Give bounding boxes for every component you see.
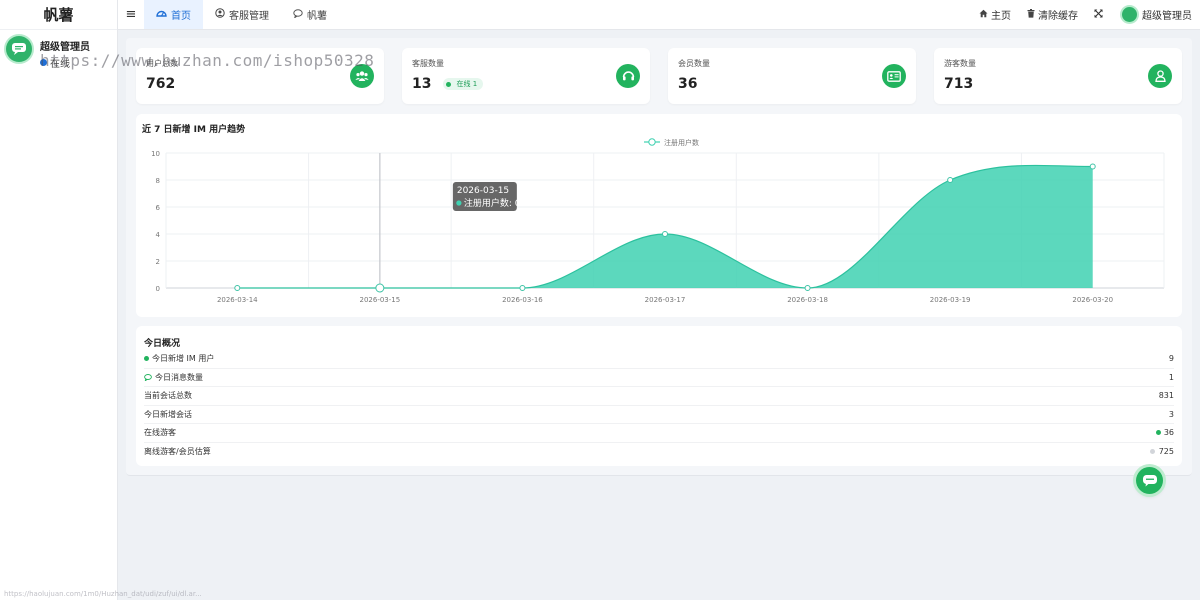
- user-panel: 超级管理员 在线: [0, 30, 117, 70]
- x-tick-label: 2026-03-19: [930, 296, 971, 304]
- stat-card-members: 会员数量 36: [668, 48, 916, 104]
- x-tick-label: 2026-03-14: [217, 296, 258, 304]
- trash-icon: [1027, 8, 1035, 21]
- green-dot-icon: [1155, 430, 1161, 436]
- data-point: [662, 231, 668, 237]
- x-tick-label: 2026-03-20: [1072, 296, 1113, 304]
- y-tick-label: 10: [151, 150, 160, 158]
- stat-value: 13 在线 1: [412, 76, 484, 92]
- list-item: 当前会话总数 831: [144, 387, 1174, 406]
- user-icon: [1148, 64, 1172, 88]
- tab-label: 客服管理: [229, 11, 269, 22]
- status-dot-icon: [40, 59, 47, 66]
- topbar: ≡ 首页 客服管理 帆薯 主页 清除缓存 超级管理员: [118, 0, 1200, 30]
- data-point: [947, 177, 954, 183]
- trend-chart: 0 2 4 6 8 10 2026-03-14 2026-03-15 2026-03-16 202…: [151, 138, 1165, 304]
- brand-logo[interactable]: 帆薯: [0, 0, 117, 30]
- x-tick-label: 2026-03-17: [645, 296, 686, 304]
- data-point: [804, 285, 811, 291]
- list-item: 今日新增 IM 用户 9: [144, 350, 1174, 369]
- user-menu[interactable]: 超级管理员: [1122, 7, 1192, 22]
- headset-icon: [616, 64, 640, 88]
- tab-label: 帆薯: [307, 11, 327, 22]
- chat-bubble-icon: [1142, 475, 1157, 487]
- chat-bubble-icon: [12, 43, 26, 55]
- user-circle-icon: [215, 8, 225, 21]
- clear-cache-button[interactable]: 清除缓存: [1027, 7, 1078, 22]
- stat-card-service: 客服数量 13 在线 1: [402, 48, 650, 104]
- overview-title: 今日概况: [144, 339, 181, 349]
- y-tick-label: 6: [156, 204, 161, 212]
- stat-label: 游客数量: [944, 59, 976, 68]
- user-name: 超级管理员: [40, 42, 90, 53]
- sidebar: 帆薯 超级管理员 在线: [0, 0, 118, 600]
- floating-chat-button[interactable]: [1136, 467, 1163, 494]
- dashboard-icon: [156, 9, 167, 20]
- overview-list: 今日新增 IM 用户 9 今日消息数量 1 当前会话总数 831 今日新增会话 …: [144, 350, 1174, 461]
- home-link[interactable]: 主页: [979, 7, 1011, 22]
- tab-fanshu[interactable]: 帆薯: [281, 0, 339, 29]
- legend-label: 注册用户数: [664, 138, 699, 147]
- avatar-icon: [1122, 7, 1137, 22]
- tooltip-date: 2026-03-15: [457, 186, 509, 196]
- data-point: [519, 285, 526, 291]
- stat-label: 客服数量: [412, 59, 444, 68]
- list-item: 离线游客/会员估算 725: [144, 447, 1174, 457]
- grey-dot-icon: [1149, 449, 1155, 455]
- menu-toggle-icon[interactable]: ≡: [118, 0, 144, 29]
- avatar[interactable]: [6, 36, 32, 62]
- comment-icon: [144, 373, 152, 381]
- fullscreen-button[interactable]: [1094, 9, 1106, 21]
- user-status: 在线: [40, 55, 90, 70]
- expand-icon: [1094, 9, 1103, 21]
- main-content: 用户总数 762 客服数量 13 在线 1 会员数量 36 游客数量 713 近…: [126, 38, 1192, 476]
- today-overview-card: 今日概况 今日新增 IM 用户 9 今日消息数量 1 当前会话总数 831 今日…: [136, 326, 1182, 466]
- y-tick-label: 2: [156, 258, 160, 266]
- tab-service-management[interactable]: 客服管理: [203, 0, 281, 29]
- status-badge: 在线 1: [443, 78, 484, 90]
- trend-chart-card: 近 7 日新增 IM 用户趋势 0 2 4 6 8 10 2026-03-14 2026-03…: [136, 114, 1182, 317]
- tooltip-value: 注册用户数: 0: [464, 197, 521, 209]
- users-icon: [350, 64, 374, 88]
- stat-label: 用户总数: [146, 59, 178, 68]
- user-menu-label: 超级管理员: [1142, 11, 1192, 22]
- list-item: 今日新增会话 3: [144, 406, 1174, 424]
- legend-marker: [648, 138, 656, 146]
- user-status-label: 在线: [50, 59, 70, 70]
- tooltip-marker: [456, 200, 462, 206]
- stat-value: 762: [146, 76, 176, 92]
- data-point: [1089, 163, 1096, 170]
- home-link-label: 主页: [991, 11, 1011, 22]
- watermark-bottom: https://haolujuan.com/1m0/Huzhan_dat/udi…: [4, 590, 202, 598]
- y-tick-label: 8: [156, 177, 160, 185]
- green-dot-icon: [144, 356, 149, 362]
- comment-icon: [293, 8, 303, 21]
- stat-card-users: 用户总数 762: [136, 48, 384, 104]
- data-point: [375, 283, 385, 293]
- list-item: 在线游客 36: [144, 424, 1174, 443]
- tab-home[interactable]: 首页: [144, 0, 203, 29]
- x-tick-label: 2026-03-18: [787, 296, 828, 304]
- stat-label: 会员数量: [678, 59, 710, 68]
- x-tick-label: 2026-03-15: [360, 296, 401, 304]
- x-tick-label: 2026-03-16: [502, 296, 543, 304]
- y-tick-label: 0: [156, 285, 160, 293]
- stat-value: 713: [944, 76, 974, 92]
- tab-label: 首页: [171, 11, 191, 22]
- stat-value: 36: [678, 76, 698, 92]
- y-tick-label: 4: [156, 231, 161, 239]
- data-point: [234, 285, 241, 291]
- stat-card-visitors: 游客数量 713: [934, 48, 1182, 104]
- series-area: [237, 165, 1093, 288]
- id-card-icon: [882, 64, 906, 88]
- list-item: 今日消息数量 1: [144, 369, 1174, 387]
- clear-cache-label: 清除缓存: [1038, 11, 1078, 22]
- home-icon: [979, 9, 988, 21]
